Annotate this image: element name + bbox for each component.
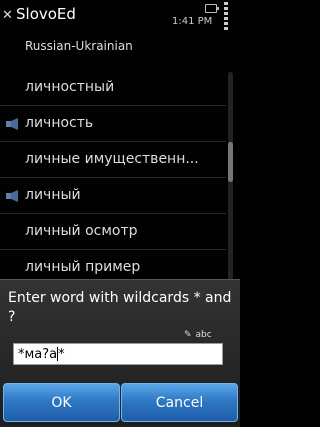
list-item-label: личностный	[25, 79, 115, 95]
list-item-label: личность	[25, 115, 94, 131]
wildcard-input[interactable]: *ма?а*	[13, 343, 223, 365]
input-mode-label: abc	[195, 330, 212, 340]
cancel-button[interactable]: Cancel	[121, 383, 238, 422]
list-item[interactable]: личностный	[0, 70, 226, 105]
battery-icon	[205, 4, 219, 13]
pencil-icon: ✎	[184, 330, 192, 340]
dialog-title: Enter word with wildcards * and ?	[8, 290, 232, 325]
signal-strength-icon	[224, 2, 228, 32]
input-mode-indicator: ✎ abc	[184, 330, 212, 340]
list-item[interactable]: личный осмотр	[0, 213, 226, 249]
list-item[interactable]: личные имущественн...	[0, 141, 226, 177]
clock: 1:41 PM	[172, 16, 213, 27]
title-bar: ✕ SlovoEd 1:41 PM	[0, 0, 240, 34]
list-item-label: личный	[25, 187, 81, 203]
list-item-label: личный пример	[25, 259, 141, 275]
input-text-before-caret: *ма?а	[18, 347, 58, 362]
input-text-after-caret: *	[58, 347, 65, 362]
app-title: SlovoEd	[16, 5, 76, 23]
list-item-label: личные имущественн...	[25, 151, 199, 167]
list-item-label: личный осмотр	[25, 223, 138, 239]
list-item[interactable]: личный	[0, 177, 226, 213]
scrollbar-thumb[interactable]	[228, 142, 233, 182]
list-item[interactable]: личность	[0, 105, 226, 141]
wildcard-dialog: Enter word with wildcards * and ? ✎ abc *…	[0, 279, 240, 427]
speaker-icon[interactable]	[6, 190, 22, 202]
ok-button[interactable]: OK	[3, 383, 120, 422]
dictionary-name[interactable]: Russian-Ukrainian	[25, 39, 133, 53]
close-icon[interactable]: ✕	[2, 9, 14, 22]
speaker-icon[interactable]	[6, 118, 22, 130]
word-list: личностный личность личные имущественн..…	[0, 70, 226, 285]
